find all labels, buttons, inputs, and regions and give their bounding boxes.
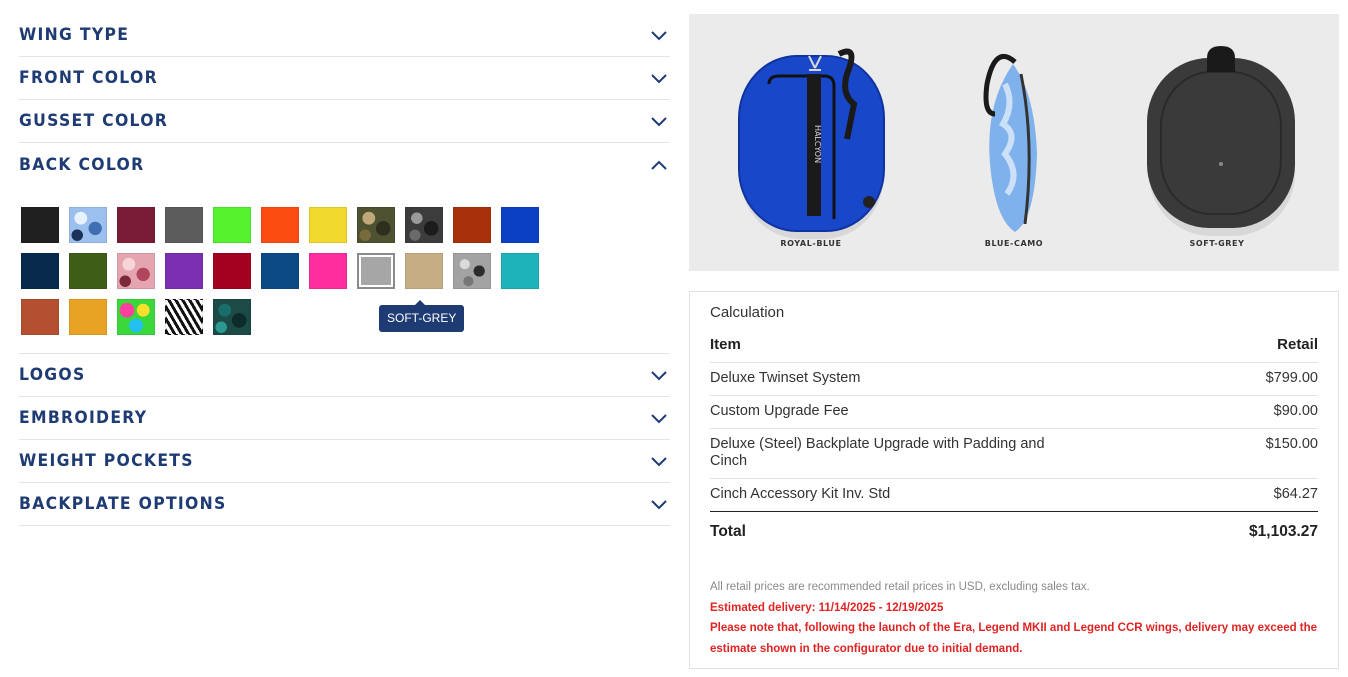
accordion-header-gusset-color[interactable]: GUSSET COLOR <box>19 100 670 143</box>
chevron-down-icon <box>650 498 668 510</box>
color-swatch[interactable] <box>69 253 107 289</box>
accordion-header-embroidery[interactable]: EMBROIDERY <box>19 397 670 440</box>
total-label: Total <box>710 523 746 540</box>
color-swatch[interactable] <box>501 253 539 289</box>
color-swatch[interactable] <box>261 253 299 289</box>
color-swatch[interactable] <box>213 253 251 289</box>
delivery-estimate: Estimated delivery: 11/14/2025 - 12/19/2… <box>710 601 944 614</box>
line-item: Custom Upgrade Fee $90.00 <box>710 396 1318 429</box>
color-swatch[interactable] <box>357 207 395 243</box>
line-item-price: $150.00 <box>1265 436 1318 452</box>
accordion-header-wing-type[interactable]: WING TYPE <box>19 14 670 57</box>
header-retail: Retail <box>1277 336 1318 353</box>
color-swatch[interactable] <box>261 207 299 243</box>
chevron-down-icon <box>650 115 668 127</box>
delivery-warning: Please note that, following the launch o… <box>710 622 1318 655</box>
line-item-price: $799.00 <box>1265 370 1318 386</box>
color-swatch[interactable] <box>405 207 443 243</box>
color-swatch[interactable] <box>165 207 203 243</box>
chevron-up-icon <box>650 159 668 171</box>
accordion-title: WING TYPE <box>19 25 130 45</box>
color-swatch[interactable] <box>21 299 59 335</box>
color-swatch[interactable] <box>213 299 251 335</box>
line-item-price: $90.00 <box>1273 403 1318 419</box>
wing-caption-1: ROYAL-BLUE <box>780 239 842 248</box>
line-item-name: Deluxe (Steel) Backplate Upgrade with Pa… <box>710 436 1045 469</box>
color-swatch[interactable] <box>165 299 203 335</box>
accordion-header-weight-pockets[interactable]: WEIGHT POCKETS <box>19 440 670 483</box>
header-item: Item <box>710 336 741 353</box>
accordion-header-front-color[interactable]: FRONT COLOR <box>19 57 670 100</box>
color-swatch[interactable] <box>405 253 443 289</box>
line-item-name: Cinch Accessory Kit Inv. Std <box>710 486 891 502</box>
wing-caption-2: BLUE-CAMO <box>984 239 1044 248</box>
calculation-title: Calculation <box>710 304 785 321</box>
color-swatch[interactable] <box>117 253 155 289</box>
color-swatch[interactable] <box>117 207 155 243</box>
line-item-price: $64.27 <box>1273 486 1318 502</box>
wing-side-image <box>983 54 1037 232</box>
total-value: $1,103.27 <box>1249 523 1318 540</box>
accordion-header-backplate-options[interactable]: BACKPLATE OPTIONS <box>19 483 670 526</box>
color-swatch[interactable] <box>21 207 59 243</box>
accordion-title: LOGOS <box>19 365 86 385</box>
accordion-title: BACKPLATE OPTIONS <box>19 494 227 514</box>
color-swatch[interactable] <box>69 207 107 243</box>
price-disclaimer: All retail prices are recommended retail… <box>710 581 1090 593</box>
swatch-row <box>21 253 670 289</box>
color-swatch[interactable] <box>69 299 107 335</box>
color-swatch[interactable] <box>357 253 395 289</box>
line-item: Deluxe (Steel) Backplate Upgrade with Pa… <box>710 429 1318 479</box>
calculation-header: Item Retail <box>710 326 1318 363</box>
color-swatch[interactable] <box>165 253 203 289</box>
color-swatch[interactable] <box>453 253 491 289</box>
accordion-header-logos[interactable]: LOGOS <box>19 354 670 397</box>
accordion-title: EMBROIDERY <box>19 408 148 428</box>
product-preview: HALCYON ROYAL-BLUE BLUE-CAMO SOFT-GREY <box>689 14 1339 271</box>
color-swatch[interactable] <box>501 207 539 243</box>
configurator-accordion: WING TYPE FRONT COLOR GUSSET COLOR BACK CO… <box>19 14 670 526</box>
chevron-down-icon <box>650 369 668 381</box>
swatch-row <box>21 207 670 243</box>
wing-front-image: HALCYON <box>738 48 885 239</box>
price-calculation: Calculation Item Retail Deluxe Twinset S… <box>689 291 1339 669</box>
chevron-down-icon <box>650 72 668 84</box>
accordion-title: WEIGHT POCKETS <box>19 451 194 471</box>
swatch-tooltip: SOFT-GREY <box>379 300 465 332</box>
line-item: Cinch Accessory Kit Inv. Std $64.27 <box>710 479 1318 511</box>
wing-caption-3: SOFT-GREY <box>1189 239 1245 248</box>
accordion-header-back-color[interactable]: BACK COLOR <box>19 143 670 186</box>
swatch-row <box>21 299 670 335</box>
chevron-down-icon <box>650 455 668 467</box>
color-swatch[interactable] <box>21 253 59 289</box>
line-item-name: Deluxe Twinset System <box>710 370 861 386</box>
wing-back-image <box>1147 46 1295 236</box>
wing-brand-text: HALCYON <box>813 125 822 163</box>
chevron-down-icon <box>650 412 668 424</box>
chevron-down-icon <box>650 29 668 41</box>
line-item-name: Custom Upgrade Fee <box>710 403 849 419</box>
color-swatch[interactable] <box>213 207 251 243</box>
color-swatch[interactable] <box>309 207 347 243</box>
accordion-title: FRONT COLOR <box>19 68 158 88</box>
accordion-title: GUSSET COLOR <box>19 111 169 131</box>
color-swatch[interactable] <box>309 253 347 289</box>
accordion-title: BACK COLOR <box>19 154 145 175</box>
color-swatch[interactable] <box>117 299 155 335</box>
back-color-swatches: SOFT-GREY <box>19 186 670 354</box>
color-swatch[interactable] <box>453 207 491 243</box>
calculation-total: Total $1,103.27 <box>710 511 1318 541</box>
line-item: Deluxe Twinset System $799.00 <box>710 363 1318 396</box>
calculation-notes: All retail prices are recommended retail… <box>710 577 1318 659</box>
